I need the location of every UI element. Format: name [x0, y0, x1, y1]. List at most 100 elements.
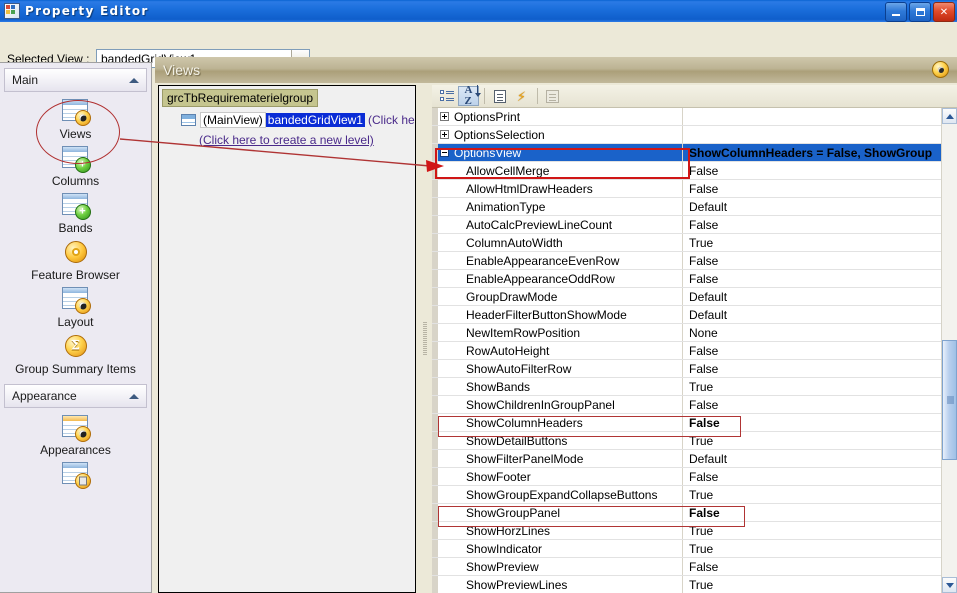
property-value-cell[interactable]: False [683, 558, 957, 575]
property-value-cell[interactable]: None [683, 324, 957, 341]
expand-icon[interactable] [440, 130, 449, 139]
property-name-cell[interactable]: ShowPreview [438, 558, 683, 575]
property-row[interactable]: AllowCellMerge False [432, 162, 957, 180]
property-value-cell[interactable]: True [683, 576, 957, 593]
scroll-up-button[interactable] [942, 108, 957, 124]
property-value-cell[interactable] [683, 126, 957, 143]
property-value-cell[interactable]: False [683, 396, 957, 413]
property-value-cell[interactable]: Default [683, 198, 957, 215]
property-name-cell[interactable]: NewItemRowPosition [438, 324, 683, 341]
scroll-thumb[interactable] [942, 340, 957, 460]
property-name-cell[interactable]: EnableAppearanceEvenRow [438, 252, 683, 269]
alphabetical-sort-icon[interactable]: AZ [458, 85, 482, 107]
property-grid-scrollbar[interactable] [941, 108, 957, 593]
property-row[interactable]: ShowBands True [432, 378, 957, 396]
property-row[interactable]: ShowPreview False [432, 558, 957, 576]
sidebar-item-appearance-delete[interactable] [0, 459, 151, 489]
property-value-cell[interactable]: False [683, 360, 957, 377]
property-value-cell[interactable]: Default [683, 306, 957, 323]
sidebar-item-columns[interactable]: + Columns [0, 143, 151, 188]
property-name-cell[interactable]: ShowAutoFilterRow [438, 360, 683, 377]
property-value-cell[interactable]: False [683, 504, 957, 521]
property-pages-icon[interactable] [489, 86, 510, 106]
property-name-cell[interactable]: ColumnAutoWidth [438, 234, 683, 251]
property-name-cell[interactable]: OptionsView [438, 144, 683, 161]
property-value-cell[interactable]: False [683, 216, 957, 233]
expand-icon[interactable] [440, 112, 449, 121]
tree-level-suffix[interactable]: (Click here [365, 113, 415, 127]
property-name-cell[interactable]: HeaderFilterButtonShowMode [438, 306, 683, 323]
property-name-cell[interactable]: ShowFooter [438, 468, 683, 485]
property-name-cell[interactable]: ShowBands [438, 378, 683, 395]
property-name-cell[interactable]: AutoCalcPreviewLineCount [438, 216, 683, 233]
property-name-cell[interactable]: AllowCellMerge [438, 162, 683, 179]
property-name-cell[interactable]: ShowGroupPanel [438, 504, 683, 521]
sidebar-item-appearances[interactable]: Appearances [0, 412, 151, 457]
scroll-down-button[interactable] [942, 577, 957, 593]
property-name-cell[interactable]: ShowColumnHeaders [438, 414, 683, 431]
minimize-button[interactable] [885, 2, 907, 22]
events-bolt-icon[interactable]: ⚡ [511, 86, 532, 106]
collapse-icon[interactable] [440, 148, 449, 157]
tree-selected-view[interactable]: bandedGridView1 [265, 113, 365, 127]
tree-level-node[interactable]: (MainView) bandedGridView1 (Click here [181, 112, 415, 128]
property-row[interactable]: OptionsSelection [432, 126, 957, 144]
property-row[interactable]: ShowDetailButtons True [432, 432, 957, 450]
panel-splitter[interactable] [419, 85, 432, 593]
property-row[interactable]: ShowGroupExpandCollapseButtons True [432, 486, 957, 504]
property-row[interactable]: OptionsPrint [432, 108, 957, 126]
property-row[interactable]: OptionsView ShowColumnHeaders = False, Sh… [432, 144, 957, 162]
property-value-cell[interactable]: False [683, 270, 957, 287]
close-button[interactable]: ✕ [933, 2, 955, 22]
property-row[interactable]: EnableAppearanceEvenRow False [432, 252, 957, 270]
property-value-cell[interactable]: True [683, 234, 957, 251]
property-name-cell[interactable]: ShowGroupExpandCollapseButtons [438, 486, 683, 503]
property-name-cell[interactable]: OptionsSelection [438, 126, 683, 143]
sidebar-item-layout[interactable]: Layout [0, 284, 151, 329]
property-row[interactable]: EnableAppearanceOddRow False [432, 270, 957, 288]
property-name-cell[interactable]: AllowHtmlDrawHeaders [438, 180, 683, 197]
property-value-cell[interactable]: False [683, 342, 957, 359]
property-name-cell[interactable]: ShowIndicator [438, 540, 683, 557]
nav-group-main[interactable]: Main [4, 68, 147, 92]
property-row[interactable]: ShowFooter False [432, 468, 957, 486]
property-row[interactable]: ShowFilterPanelMode Default [432, 450, 957, 468]
nav-group-appearance[interactable]: Appearance [4, 384, 147, 408]
property-row[interactable]: ShowGroupPanel False [432, 504, 957, 522]
property-value-cell[interactable]: Default [683, 288, 957, 305]
property-value-cell[interactable]: True [683, 522, 957, 539]
property-name-cell[interactable]: ShowPreviewLines [438, 576, 683, 593]
property-value-cell[interactable]: Default [683, 450, 957, 467]
tree-root-node[interactable]: grcTbRequirematerielgroup [162, 89, 319, 107]
sidebar-item-group-summary-items[interactable]: Σ Group Summary Items [0, 331, 151, 376]
property-row[interactable]: AllowHtmlDrawHeaders False [432, 180, 957, 198]
property-value-cell[interactable]: False [683, 252, 957, 269]
property-value-cell[interactable]: False [683, 468, 957, 485]
maximize-button[interactable] [909, 2, 931, 22]
property-value-cell[interactable]: False [683, 180, 957, 197]
property-value-cell[interactable] [683, 108, 957, 125]
property-value-cell[interactable]: False [683, 414, 957, 431]
property-name-cell[interactable]: ShowHorzLines [438, 522, 683, 539]
property-name-cell[interactable]: ShowChildrenInGroupPanel [438, 396, 683, 413]
property-name-cell[interactable]: ShowFilterPanelMode [438, 450, 683, 467]
property-row[interactable]: GroupDrawMode Default [432, 288, 957, 306]
sidebar-item-feature-browser[interactable]: Feature Browser [0, 237, 151, 282]
tree-new-level-link[interactable]: (Click here to create a new level) [199, 133, 415, 147]
property-row[interactable]: ShowAutoFilterRow False [432, 360, 957, 378]
property-row[interactable]: AnimationType Default [432, 198, 957, 216]
property-value-cell[interactable]: True [683, 540, 957, 557]
property-value-cell[interactable]: True [683, 486, 957, 503]
property-name-cell[interactable]: EnableAppearanceOddRow [438, 270, 683, 287]
property-value-cell[interactable]: ShowColumnHeaders = False, ShowGroup [683, 144, 957, 161]
property-row[interactable]: ShowPreviewLines True [432, 576, 957, 593]
property-name-cell[interactable]: OptionsPrint [438, 108, 683, 125]
property-row[interactable]: RowAutoHeight False [432, 342, 957, 360]
property-name-cell[interactable]: GroupDrawMode [438, 288, 683, 305]
property-row[interactable]: ShowIndicator True [432, 540, 957, 558]
categorized-icon[interactable] [436, 86, 457, 106]
property-row[interactable]: HeaderFilterButtonShowMode Default [432, 306, 957, 324]
property-name-cell[interactable]: RowAutoHeight [438, 342, 683, 359]
property-row[interactable]: AutoCalcPreviewLineCount False [432, 216, 957, 234]
property-value-cell[interactable]: True [683, 378, 957, 395]
